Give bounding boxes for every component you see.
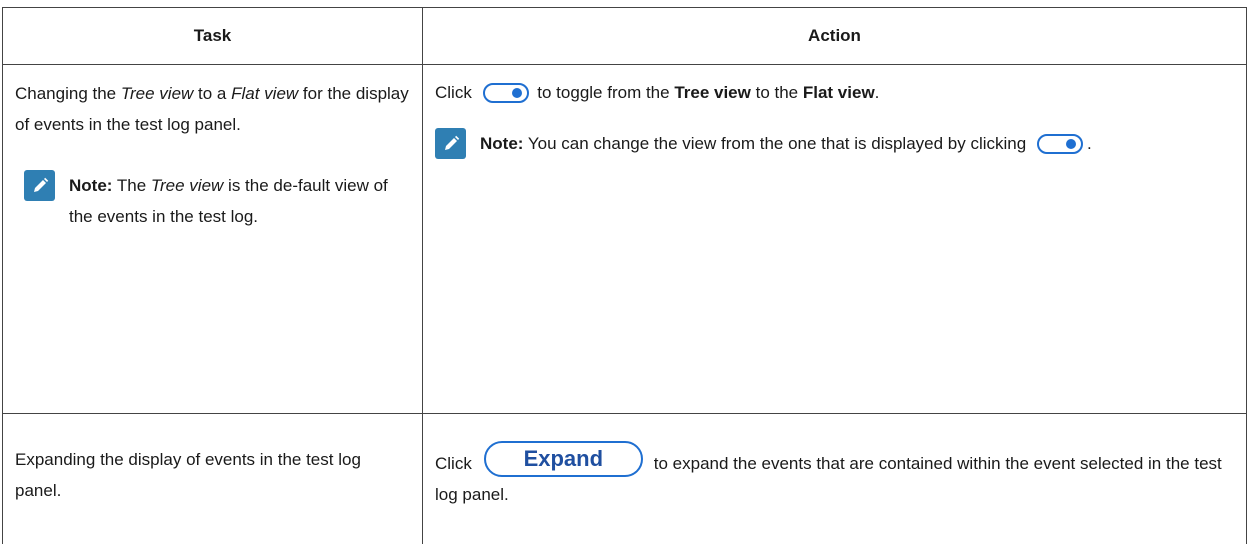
table-row: Expanding the display of events in the t… [2, 413, 1247, 544]
text-run-bold: Tree view [674, 83, 751, 102]
text-run: . [1086, 134, 1092, 153]
text-run: Click [435, 83, 477, 102]
task-cell: Expanding the display of events in the t… [2, 413, 423, 544]
header-action: Action [422, 7, 1247, 65]
note-text: Note: You can change the view from the o… [480, 128, 1234, 159]
action-text: Click to toggle from the Tree view to th… [423, 65, 1246, 159]
action-cell: Click Expand to expand the events that a… [422, 413, 1247, 544]
text-run-bold: Flat view [802, 83, 875, 102]
text-run: to the [750, 83, 803, 102]
toggle-switch-icon [482, 83, 529, 103]
note-label: Note: [69, 176, 113, 195]
document-page: Task Action Changing the Tree view to a … [0, 0, 1249, 544]
text-run: . [874, 83, 880, 102]
header-task: Task [2, 7, 423, 65]
text-run-italic: Flat view [231, 84, 299, 103]
text-run: to a [193, 84, 232, 103]
task-text: Expanding the display of events in the t… [15, 450, 361, 500]
note-label: Note: [480, 134, 524, 153]
text-run-italic: Tree view [120, 84, 194, 103]
text-run: Changing the [15, 84, 121, 103]
action-cell: Click to toggle from the Tree view to th… [422, 64, 1247, 414]
task-cell: Changing the Tree view to a Flat view fo… [2, 64, 423, 414]
pencil-icon [24, 170, 55, 201]
text-run: The [112, 176, 151, 195]
expand-button: Expand [483, 441, 644, 477]
note-block: Note: You can change the view from the o… [435, 128, 1234, 159]
note-text: Note: The Tree view is the de-fault view… [69, 170, 410, 232]
task-text: Changing the Tree view to a Flat view fo… [3, 65, 422, 232]
table-header-row: Task Action [2, 7, 1247, 65]
pencil-icon [435, 128, 466, 159]
table-row: Changing the Tree view to a Flat view fo… [2, 64, 1247, 414]
text-run: Click [435, 454, 477, 473]
task-action-table: Task Action Changing the Tree view to a … [2, 7, 1247, 544]
note-block: Note: The Tree view is the de-fault view… [15, 170, 410, 232]
action-text: Click Expand to expand the events that a… [423, 414, 1246, 510]
text-run: to toggle from the [532, 83, 675, 102]
text-run: You can change the view from the one tha… [523, 134, 1031, 153]
text-run-italic: Tree view [150, 176, 224, 195]
toggle-switch-icon [1036, 134, 1083, 154]
